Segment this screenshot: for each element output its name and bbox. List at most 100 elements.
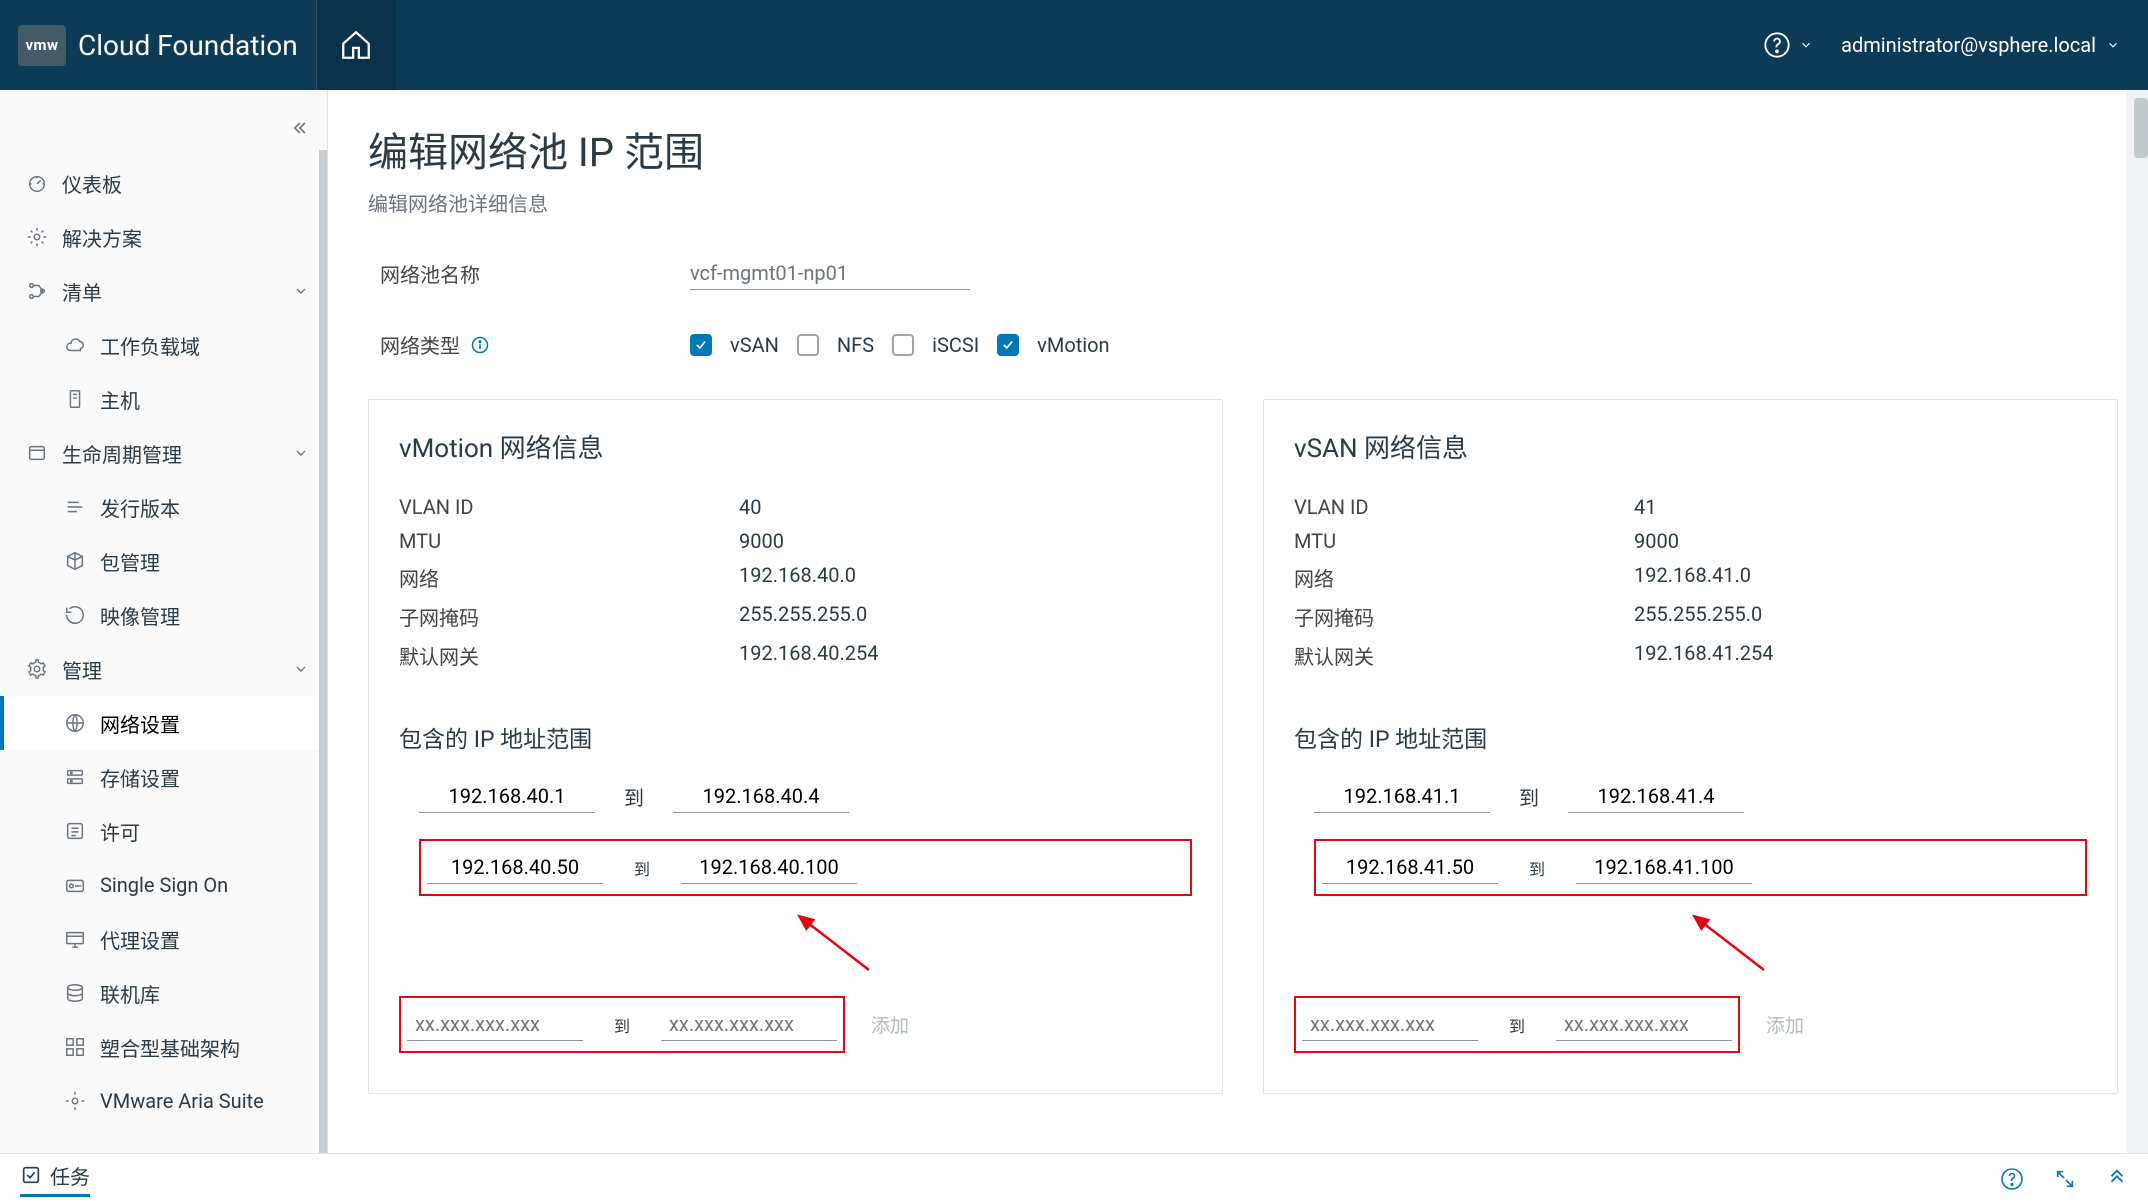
checkbox-vmotion[interactable] xyxy=(997,334,1019,356)
tasks-panel-toggle[interactable]: 任务 xyxy=(20,1161,90,1197)
info-value: 41 xyxy=(1634,495,2087,519)
home-icon xyxy=(339,28,373,62)
ip-range-row: 到 xyxy=(419,839,1192,896)
release-icon xyxy=(64,496,86,518)
sidebar-item-3[interactable]: 生命周期管理 xyxy=(0,426,327,480)
sidebar-subitem-4-3[interactable]: Single Sign On xyxy=(0,858,327,912)
sidebar-item-label: VMware Aria Suite xyxy=(100,1089,264,1113)
sidebar-item-label: 联机库 xyxy=(100,979,160,1008)
scroll-top-button[interactable] xyxy=(2106,1168,2128,1190)
composable-icon xyxy=(64,1036,86,1058)
storage-icon xyxy=(64,766,86,788)
page-title: 编辑网络池 IP 范围 xyxy=(368,120,2118,178)
ip-to-input[interactable] xyxy=(661,1008,837,1041)
checkbox-vsan[interactable] xyxy=(690,334,712,356)
info-value: 9000 xyxy=(1634,529,2087,553)
add-range-link[interactable]: 添加 xyxy=(871,1011,909,1038)
to-label: 到 xyxy=(1504,1013,1530,1037)
admin-icon xyxy=(26,658,48,680)
host-icon xyxy=(64,388,86,410)
chevron-down-icon xyxy=(293,283,309,299)
sidebar-scrollbar[interactable] xyxy=(319,150,327,1153)
ip-from-input[interactable] xyxy=(407,1008,583,1041)
info-key: VLAN ID xyxy=(1294,495,1634,519)
ip-from-input[interactable] xyxy=(1322,851,1498,884)
ip-to-input[interactable] xyxy=(673,780,849,813)
sidebar-item-4[interactable]: 管理 xyxy=(0,642,327,696)
sso-icon xyxy=(64,874,86,896)
ip-from-input[interactable] xyxy=(1302,1008,1478,1041)
fullscreen-button[interactable] xyxy=(2054,1168,2076,1190)
add-range-link[interactable]: 添加 xyxy=(1766,1011,1804,1038)
sidebar-subitem-3-1[interactable]: 包管理 xyxy=(0,534,327,588)
sidebar-item-label: 许可 xyxy=(100,817,140,846)
ip-range-new-row: 到 xyxy=(1294,996,1740,1053)
chevron-down-icon xyxy=(293,445,309,461)
page-subtitle: 编辑网络池详细信息 xyxy=(368,188,2118,217)
inventory-icon xyxy=(26,280,48,302)
info-key: 网络 xyxy=(399,563,739,592)
sidebar-item-1[interactable]: 解决方案 xyxy=(0,210,327,264)
sidebar-subitem-4-7[interactable]: VMware Aria Suite xyxy=(0,1074,327,1128)
ip-from-input[interactable] xyxy=(427,851,603,884)
checkbox-label: iSCSI xyxy=(932,333,979,357)
sidebar-item-label: 仪表板 xyxy=(62,169,122,198)
home-button[interactable] xyxy=(316,0,396,90)
solutions-icon xyxy=(26,226,48,248)
sidebar-collapse-button[interactable] xyxy=(0,100,327,156)
ip-range-heading: 包含的 IP 地址范围 xyxy=(1294,720,2087,754)
user-label: administrator@vsphere.local xyxy=(1841,33,2096,57)
sidebar-subitem-2-1[interactable]: 主机 xyxy=(0,372,327,426)
footer-help-button[interactable] xyxy=(2000,1167,2024,1191)
info-value: 9000 xyxy=(739,529,1192,553)
sidebar-item-0[interactable]: 仪表板 xyxy=(0,156,327,210)
sidebar-item-label: 主机 xyxy=(100,385,140,414)
ip-to-input[interactable] xyxy=(1556,1008,1732,1041)
license-icon xyxy=(64,820,86,842)
sidebar-item-2[interactable]: 清单 xyxy=(0,264,327,318)
checkbox-iscsi[interactable] xyxy=(892,334,914,356)
checkbox-label: NFS xyxy=(837,333,874,357)
info-key: 子网掩码 xyxy=(399,602,739,631)
content-scrollbar[interactable] xyxy=(2126,90,2148,1153)
ip-range-row: 到 xyxy=(1314,780,2087,813)
sidebar-item-label: 塑合型基础架构 xyxy=(100,1033,240,1062)
sidebar-subitem-3-2[interactable]: 映像管理 xyxy=(0,588,327,642)
info-icon[interactable] xyxy=(470,335,490,355)
chevron-down-icon xyxy=(293,661,309,677)
main-content: 编辑网络池 IP 范围 编辑网络池详细信息 网络池名称 网络类型 vSANNFS… xyxy=(328,90,2148,1153)
sidebar-subitem-4-5[interactable]: 联机库 xyxy=(0,966,327,1020)
sidebar-subitem-4-0[interactable]: 网络设置 xyxy=(0,696,327,750)
help-icon xyxy=(1763,31,1791,59)
help-button[interactable] xyxy=(1763,31,1813,59)
sidebar-item-label: 工作负载域 xyxy=(100,331,200,360)
ip-from-input[interactable] xyxy=(1314,780,1490,813)
to-label: 到 xyxy=(621,782,647,811)
network-card-0: vMotion 网络信息VLAN ID40MTU9000网络192.168.40… xyxy=(368,399,1223,1094)
package-icon xyxy=(64,550,86,572)
sidebar-subitem-3-0[interactable]: 发行版本 xyxy=(0,480,327,534)
sidebar-subitem-4-1[interactable]: 存储设置 xyxy=(0,750,327,804)
to-label: 到 xyxy=(1524,856,1550,880)
sidebar-item-label: 解决方案 xyxy=(62,223,142,252)
sidebar-item-label: 存储设置 xyxy=(100,763,180,792)
checkbox-nfs[interactable] xyxy=(797,334,819,356)
user-menu[interactable]: administrator@vsphere.local xyxy=(1841,33,2120,57)
ip-from-input[interactable] xyxy=(419,780,595,813)
annotation-arrow xyxy=(1314,922,2087,970)
ip-to-input[interactable] xyxy=(1568,780,1744,813)
sidebar-subitem-4-4[interactable]: 代理设置 xyxy=(0,912,327,966)
to-label: 到 xyxy=(609,1013,635,1037)
pool-name-label: 网络池名称 xyxy=(380,259,510,288)
info-key: 默认网关 xyxy=(399,641,739,670)
sidebar-subitem-4-6[interactable]: 塑合型基础架构 xyxy=(0,1020,327,1074)
sidebar-subitem-2-0[interactable]: 工作负载域 xyxy=(0,318,327,372)
sidebar-subitem-4-2[interactable]: 许可 xyxy=(0,804,327,858)
ip-to-input[interactable] xyxy=(681,851,857,884)
sidebar-item-label: 映像管理 xyxy=(100,601,180,630)
image-icon xyxy=(64,604,86,626)
header-right: administrator@vsphere.local xyxy=(1763,0,2148,90)
dashboard-icon xyxy=(26,172,48,194)
onlinerepo-icon xyxy=(64,982,86,1004)
ip-to-input[interactable] xyxy=(1576,851,1752,884)
